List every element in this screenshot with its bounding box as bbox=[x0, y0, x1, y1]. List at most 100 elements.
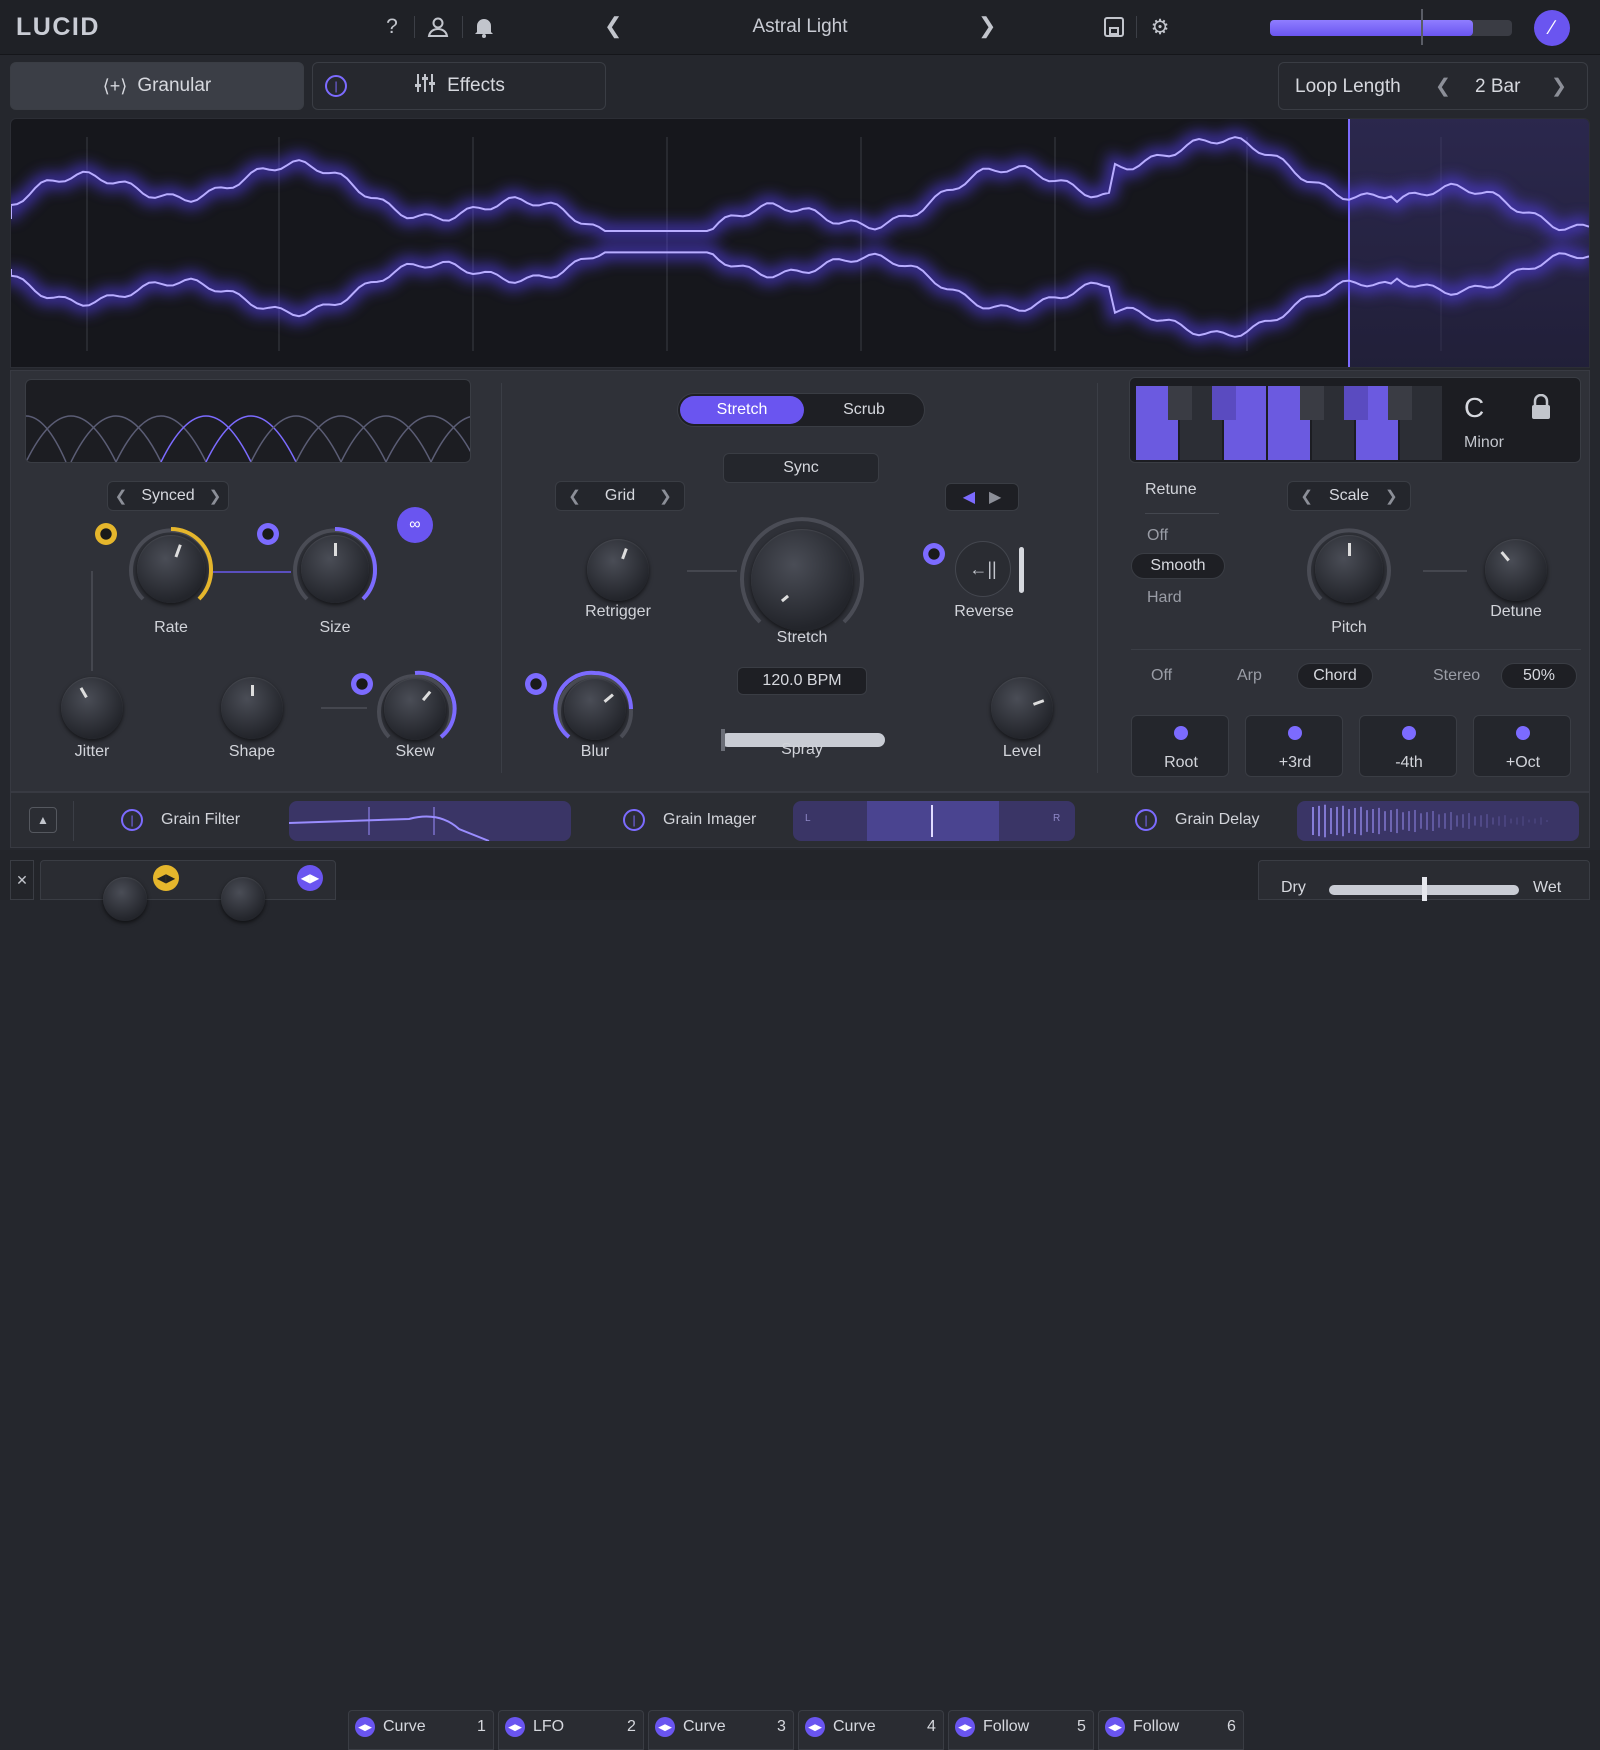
tab-effects[interactable]: | Effects bbox=[312, 62, 606, 110]
close-icon[interactable]: ✕ bbox=[10, 860, 34, 900]
macro-knob[interactable] bbox=[103, 877, 147, 921]
chevron-left-icon[interactable]: ❮ bbox=[568, 487, 581, 505]
loop-prev-button[interactable]: ❮ bbox=[1435, 75, 1451, 98]
grain-imager-display[interactable]: L R bbox=[793, 801, 1075, 841]
mod-slot-5[interactable]: ◀▶ Follow 5 bbox=[948, 1710, 1094, 1750]
mod-source-icon[interactable]: ◀▶ bbox=[655, 1717, 675, 1737]
mod-slot-6[interactable]: ◀▶ Follow 6 bbox=[1098, 1710, 1244, 1750]
scale-keyboard[interactable]: C Minor bbox=[1129, 377, 1581, 463]
rate-knob[interactable] bbox=[137, 535, 205, 603]
link-icon[interactable]: ∞ bbox=[397, 507, 433, 543]
grain-filter-display[interactable] bbox=[289, 801, 571, 841]
stereo-value[interactable]: 50% bbox=[1501, 663, 1577, 689]
chevron-left-icon[interactable]: ❮ bbox=[1300, 487, 1313, 505]
stretch-knob[interactable] bbox=[751, 529, 853, 631]
grain-filter-label[interactable]: Grain Filter bbox=[161, 811, 240, 829]
retune-option-hard[interactable]: Hard bbox=[1147, 589, 1182, 607]
sync-button[interactable]: Sync bbox=[723, 453, 879, 483]
bell-icon[interactable] bbox=[470, 13, 498, 41]
mod-source-icon[interactable]: ◀▶ bbox=[505, 1717, 525, 1737]
level-knob[interactable] bbox=[991, 677, 1053, 739]
grid-selector[interactable]: ❮ Grid ❯ bbox=[555, 481, 685, 511]
collapse-icon[interactable]: ▲ bbox=[29, 807, 57, 833]
mode-off[interactable]: Off bbox=[1151, 667, 1172, 685]
pitch-knob[interactable] bbox=[1315, 535, 1383, 603]
spray-slider-handle[interactable] bbox=[721, 729, 725, 751]
chevron-left-icon[interactable]: ❮ bbox=[115, 487, 128, 505]
mod-indicator-icon[interactable] bbox=[95, 523, 117, 545]
save-icon[interactable] bbox=[1100, 13, 1128, 41]
reverse-direction-toggle[interactable]: ◀ ▶ bbox=[945, 483, 1019, 511]
chevron-right-icon[interactable]: ❯ bbox=[659, 487, 672, 505]
chord-root-button[interactable]: Root bbox=[1131, 715, 1229, 777]
mod-source-icon[interactable]: ◀▶ bbox=[955, 1717, 975, 1737]
help-icon[interactable]: ? bbox=[378, 13, 406, 41]
black-key[interactable] bbox=[1168, 386, 1192, 420]
scale-selector[interactable]: ❮ Scale ❯ bbox=[1287, 481, 1411, 511]
mod-indicator-icon[interactable] bbox=[257, 523, 279, 545]
chevron-right-icon[interactable]: ❯ bbox=[1385, 487, 1398, 505]
sync-mode-selector[interactable]: ❮ Synced ❯ bbox=[107, 481, 229, 511]
power-icon[interactable]: | bbox=[325, 75, 347, 97]
mode-arp[interactable]: Arp bbox=[1237, 667, 1262, 685]
grain-imager-label[interactable]: Grain Imager bbox=[663, 811, 756, 829]
reverse-level-bar[interactable] bbox=[1019, 547, 1024, 593]
mod-indicator-icon[interactable] bbox=[525, 673, 547, 695]
retune-option-smooth[interactable]: Smooth bbox=[1131, 553, 1225, 579]
jitter-knob[interactable] bbox=[61, 677, 123, 739]
skew-knob[interactable] bbox=[384, 678, 446, 740]
mod-slot-2[interactable]: ◀▶ LFO 2 bbox=[498, 1710, 644, 1750]
size-knob[interactable] bbox=[301, 535, 369, 603]
piano-keys[interactable] bbox=[1136, 386, 1446, 460]
loop-next-button[interactable]: ❯ bbox=[1551, 75, 1567, 98]
next-preset-button[interactable]: ❯ bbox=[978, 13, 996, 39]
tab-granular[interactable]: ⟨+⟩ Granular bbox=[10, 62, 304, 110]
waveform-display[interactable] bbox=[10, 118, 1590, 368]
grain-delay-label[interactable]: Grain Delay bbox=[1175, 811, 1259, 829]
detune-knob[interactable] bbox=[1485, 539, 1547, 601]
mod-source-icon[interactable]: ◀▶ bbox=[297, 865, 323, 891]
mode-stretch-button[interactable]: Stretch bbox=[680, 396, 804, 424]
mod-slot-1[interactable]: ◀▶ Curve 1 bbox=[348, 1710, 494, 1750]
reverse-button[interactable]: ←|| bbox=[955, 541, 1011, 597]
mod-slot-4[interactable]: ◀▶ Curve 4 bbox=[798, 1710, 944, 1750]
black-key[interactable] bbox=[1212, 386, 1236, 420]
grain-filter-power-icon[interactable]: | bbox=[121, 809, 143, 831]
mod-indicator-icon[interactable] bbox=[351, 673, 373, 695]
bpm-display[interactable]: 120.0 BPM bbox=[737, 667, 867, 695]
dry-wet-handle[interactable] bbox=[1422, 877, 1427, 901]
retrigger-knob[interactable] bbox=[587, 539, 649, 601]
grain-delay-power-icon[interactable]: | bbox=[1135, 809, 1157, 831]
chevron-right-icon[interactable]: ❯ bbox=[209, 487, 222, 505]
black-key[interactable] bbox=[1388, 386, 1412, 420]
mod-source-icon[interactable]: ◀▶ bbox=[355, 1717, 375, 1737]
prev-preset-button[interactable]: ❮ bbox=[604, 13, 622, 39]
chord-3rd-button[interactable]: +3rd bbox=[1245, 715, 1343, 777]
grain-delay-display[interactable] bbox=[1297, 801, 1579, 841]
scale-name[interactable]: Minor bbox=[1464, 434, 1504, 452]
profile-avatar[interactable]: ∕ bbox=[1534, 10, 1570, 46]
retune-option-off[interactable]: Off bbox=[1147, 527, 1168, 545]
mode-chord[interactable]: Chord bbox=[1297, 663, 1373, 689]
arrow-right-icon[interactable]: ▶ bbox=[989, 487, 1001, 507]
loop-region[interactable] bbox=[1349, 119, 1590, 368]
mod-indicator-icon[interactable] bbox=[923, 543, 945, 565]
mod-source-icon[interactable]: ◀▶ bbox=[805, 1717, 825, 1737]
mode-scrub-button[interactable]: Scrub bbox=[804, 396, 924, 424]
grain-imager-power-icon[interactable]: | bbox=[623, 809, 645, 831]
mod-source-icon[interactable]: ◀▶ bbox=[153, 865, 179, 891]
gear-icon[interactable]: ⚙ bbox=[1146, 13, 1174, 41]
blur-knob[interactable] bbox=[564, 678, 626, 740]
mod-source-icon[interactable]: ◀▶ bbox=[1105, 1717, 1125, 1737]
macro-knob[interactable] bbox=[221, 877, 265, 921]
key-root[interactable]: C bbox=[1464, 392, 1484, 424]
user-icon[interactable] bbox=[424, 13, 452, 41]
shape-knob[interactable] bbox=[221, 677, 283, 739]
chord-oct-button[interactable]: +Oct bbox=[1473, 715, 1571, 777]
arrow-left-icon[interactable]: ◀ bbox=[963, 487, 975, 507]
black-key[interactable] bbox=[1344, 386, 1368, 420]
chord-4th-button[interactable]: -4th bbox=[1359, 715, 1457, 777]
lock-icon[interactable] bbox=[1530, 393, 1552, 425]
mod-slot-3[interactable]: ◀▶ Curve 3 bbox=[648, 1710, 794, 1750]
preset-name[interactable]: Astral Light bbox=[690, 16, 910, 38]
